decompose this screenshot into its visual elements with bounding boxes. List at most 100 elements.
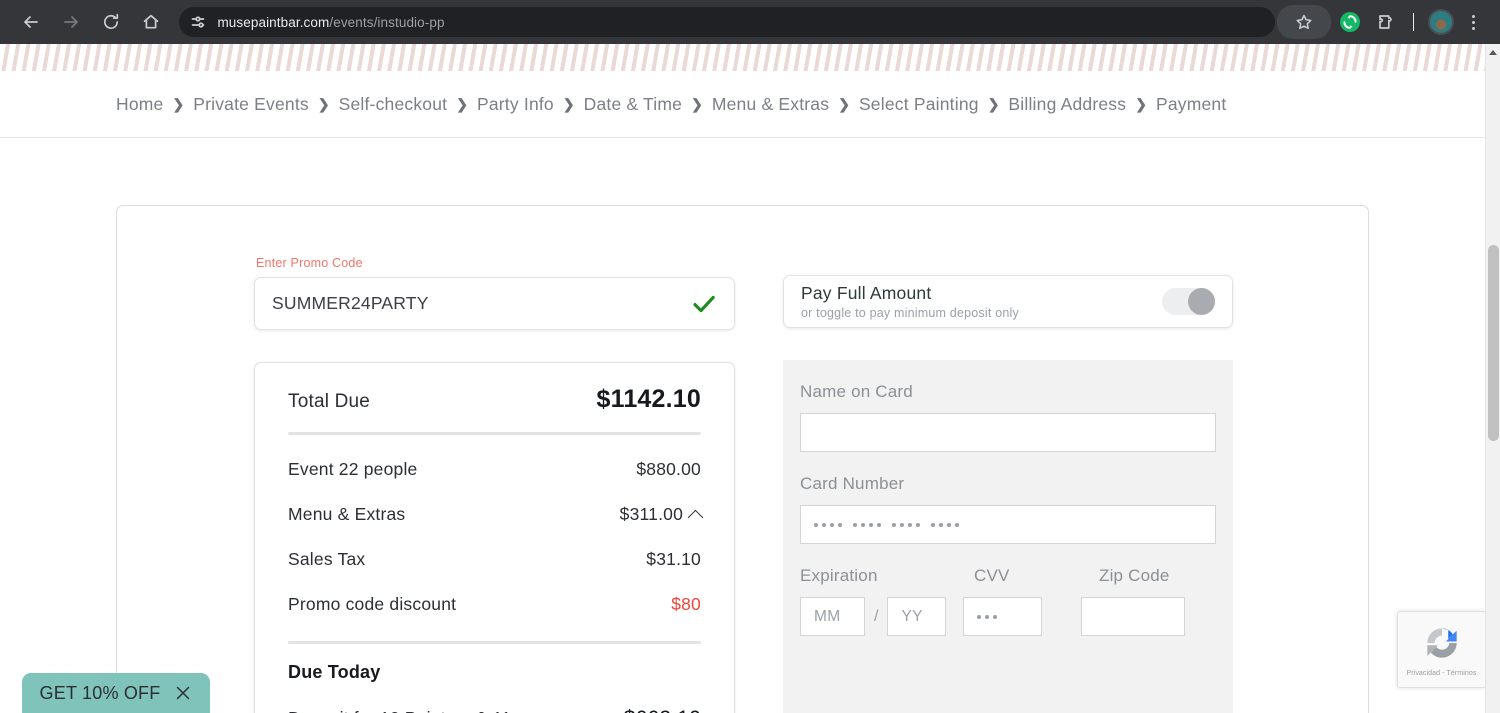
summary-line-promo-discount: Promo code discount $80 (288, 582, 701, 627)
pay-full-amount-text: Pay Full Amount or toggle to pay minimum… (801, 283, 1162, 320)
deposit-value: -$662.10 (616, 707, 701, 713)
scroll-up-button[interactable] (1486, 44, 1500, 60)
expiration-label: Expiration (800, 566, 878, 585)
card-number-label: Card Number (800, 474, 905, 493)
total-due-value: $1142.10 (596, 385, 701, 413)
back-button[interactable] (14, 5, 48, 39)
page-scrollbar[interactable] (1485, 44, 1500, 713)
hero-banner-image (0, 44, 1485, 71)
green-extension-button[interactable] (1333, 5, 1367, 39)
forward-button[interactable] (54, 5, 88, 39)
breadcrumb: Home ❯ Private Events ❯ Self-checkout ❯ … (0, 71, 1485, 138)
cvv-label: CVV (974, 566, 1010, 585)
chevron-up-icon[interactable] (687, 509, 704, 526)
due-today-heading: Due Today (288, 662, 381, 682)
promo-code-input[interactable]: SUMMER24PARTY (254, 277, 735, 330)
summary-line-value: $311.00 (620, 504, 704, 526)
get-discount-banner-text: GET 10% OFF (39, 682, 161, 703)
summary-line-value: $880.00 (636, 459, 701, 480)
summary-line-label: Event 22 people (288, 459, 418, 479)
reload-icon (103, 13, 118, 30)
total-due-label: Total Due (288, 391, 371, 412)
breadcrumb-item-home[interactable]: Home (116, 94, 163, 115)
card-number-input[interactable] (800, 505, 1216, 544)
breadcrumb-separator: ❯ (317, 95, 330, 112)
green-extension-icon (1340, 12, 1360, 32)
page-viewport: Home ❯ Private Events ❯ Self-checkout ❯ … (0, 44, 1500, 713)
breadcrumb-separator: ❯ (691, 95, 703, 112)
recaptcha-badge[interactable]: Privacidad - Términos (1397, 611, 1486, 688)
breadcrumb-item-date-time[interactable]: Date & Time (584, 94, 682, 115)
breadcrumb-separator: ❯ (456, 95, 468, 112)
summary-line-label: Promo code discount (288, 594, 457, 614)
deposit-row: Deposit for 10 Painters & 11 Add-Ons -$6… (288, 707, 701, 713)
zip-code-input[interactable] (1081, 597, 1186, 636)
close-icon[interactable] (174, 684, 192, 702)
card-number-field-group: Card Number (800, 474, 1216, 544)
due-today-divider (288, 641, 701, 644)
breadcrumb-item-select-painting[interactable]: Select Painting (859, 94, 979, 115)
arrow-right-icon (63, 16, 78, 28)
breadcrumb-separator: ❯ (562, 95, 575, 112)
expiration-separator: / (874, 607, 879, 625)
reload-button[interactable] (94, 5, 128, 39)
scroll-up-arrow-icon (1489, 49, 1497, 55)
summary-divider (288, 432, 701, 435)
pay-full-amount-switch[interactable] (1162, 288, 1215, 315)
breadcrumb-item-private-events[interactable]: Private Events (193, 94, 309, 115)
cvv-input[interactable] (963, 597, 1043, 636)
breadcrumb-item-party-info[interactable]: Party Info (477, 94, 554, 115)
checkout-card: Enter Promo Code SUMMER24PARTY Total Due… (116, 205, 1369, 713)
card-details-panel: Name on Card Card Number Expiration CVV … (783, 360, 1233, 713)
deposit-label: Deposit for 10 Painters & 11 Add-Ons (288, 707, 548, 713)
expiration-month-input[interactable]: MM (800, 597, 865, 636)
home-button[interactable] (134, 5, 168, 39)
avatar[interactable] (1428, 9, 1454, 35)
url-text: musepaintbar.com/events/instudio-pp (217, 15, 444, 30)
summary-line-menu-extras[interactable]: Menu & Extras $311.00 (288, 492, 704, 537)
name-on-card-label: Name on Card (800, 382, 913, 401)
browser-toolbar: musepaintbar.com/events/instudio-pp (0, 0, 1500, 44)
url-path: /events/instudio-pp (329, 14, 445, 30)
get-discount-banner[interactable]: GET 10% OFF (22, 673, 210, 713)
breadcrumb-separator: ❯ (838, 95, 850, 112)
bookmark-button[interactable] (1277, 5, 1331, 39)
breadcrumb-item-payment[interactable]: Payment (1156, 94, 1226, 115)
browser-menu-button[interactable] (1456, 5, 1490, 39)
green-check-icon (693, 295, 715, 312)
promo-code-label: Enter Promo Code (256, 256, 363, 270)
promo-code-value: SUMMER24PARTY (272, 293, 429, 313)
summary-line-value: $31.10 (646, 549, 701, 570)
switch-knob (1188, 288, 1215, 315)
scrollbar-thumb[interactable] (1488, 245, 1499, 441)
order-summary-column: Enter Promo Code SUMMER24PARTY Total Due… (254, 256, 735, 713)
summary-line-value: $80 (671, 594, 701, 615)
card-meta-inputs: MM / YY (800, 597, 1216, 636)
breadcrumb-item-self-checkout[interactable]: Self-checkout (339, 94, 448, 115)
summary-line-sales-tax: Sales Tax $31.10 (288, 537, 701, 582)
recaptcha-privacy-terms[interactable]: Privacidad - Términos (1406, 670, 1476, 677)
breadcrumb-item-menu-extras[interactable]: Menu & Extras (712, 94, 829, 115)
expiration-year-input[interactable]: YY (887, 597, 947, 636)
site-settings-icon[interactable] (189, 13, 207, 31)
name-on-card-input[interactable] (800, 413, 1216, 452)
breadcrumb-separator: ❯ (1135, 95, 1147, 112)
three-dot-menu-icon (1471, 14, 1475, 30)
breadcrumb-item-billing-address[interactable]: Billing Address (1008, 94, 1126, 115)
puzzle-piece-icon (1379, 15, 1392, 29)
recaptcha-icon (1426, 628, 1457, 658)
card-number-mask (814, 522, 959, 527)
summary-line-amount: $80 (671, 594, 701, 614)
summary-line-label: Sales Tax (288, 549, 366, 569)
address-bar[interactable]: musepaintbar.com/events/instudio-pp (179, 7, 1275, 37)
browser-actions (1275, 5, 1500, 39)
pay-full-amount-toggle-row[interactable]: Pay Full Amount or toggle to pay minimum… (783, 275, 1233, 328)
breadcrumb-separator: ❯ (987, 95, 1000, 112)
order-summary-card: Total Due $1142.10 Event 22 people $880.… (254, 362, 735, 713)
arrow-left-icon (24, 16, 38, 28)
star-icon (1296, 14, 1312, 30)
extensions-button[interactable] (1369, 5, 1403, 39)
breadcrumb-separator: ❯ (172, 95, 185, 112)
pay-full-amount-title: Pay Full Amount (801, 283, 932, 303)
summary-line-amount: $880.00 (636, 459, 701, 479)
